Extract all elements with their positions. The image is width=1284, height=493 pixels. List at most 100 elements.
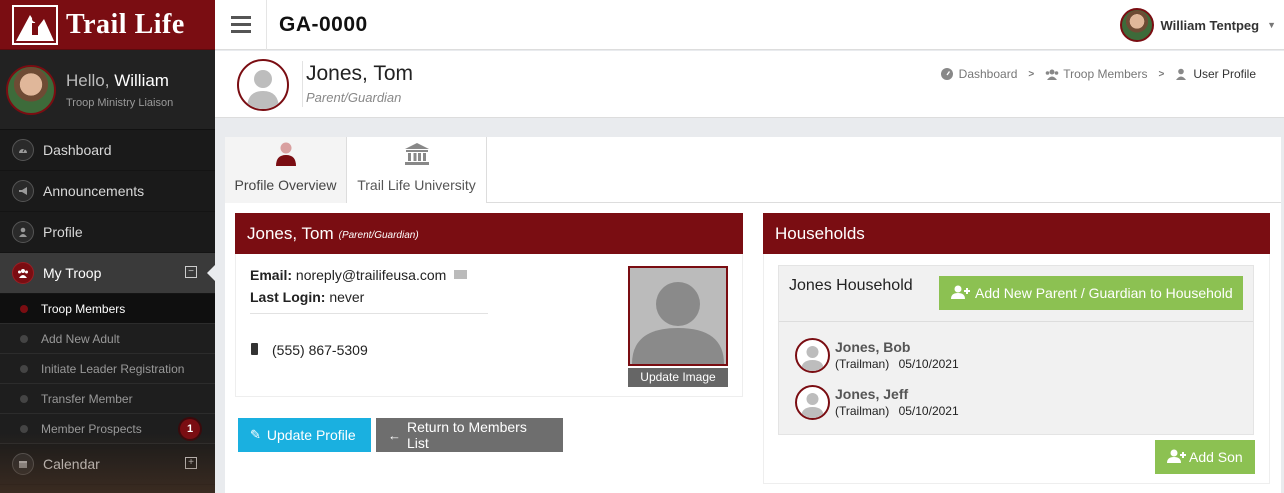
household-member[interactable]: Jones, Bob (Trailman) 05/10/2021 xyxy=(795,338,959,373)
household-member[interactable]: Jones, Jeff (Trailman) 05/10/2021 xyxy=(795,385,959,420)
profile-name: Jones, Tom xyxy=(247,223,334,243)
last-login-value: never xyxy=(329,289,365,305)
sidebar-subitem-label: Initiate Leader Registration xyxy=(41,361,185,376)
page-header: Jones, Tom Parent/Guardian Dashboard > T… xyxy=(215,51,1284,118)
sidebar-item-label: My Troop xyxy=(43,265,102,281)
member-name[interactable]: Jones, Bob xyxy=(835,339,959,355)
user-menu[interactable]: William Tentpeg ▼ xyxy=(1120,8,1276,42)
bullet-icon xyxy=(20,394,28,403)
tab-label: Profile Overview xyxy=(234,177,337,193)
envelope-icon[interactable] xyxy=(454,270,468,279)
sidebar-subitem-member-prospects[interactable]: Member Prospects 1 xyxy=(0,414,215,444)
member-name[interactable]: Jones, Jeff xyxy=(835,386,959,402)
tab-label: Trail Life University xyxy=(357,177,476,193)
member-role: (Trailman) xyxy=(835,404,890,418)
sidebar-subitem-label: Member Prospects xyxy=(41,421,142,436)
return-to-members-list-button[interactable]: ← Return to Members List xyxy=(376,418,563,452)
sidebar-subitem-add-new-adult[interactable]: Add New Adult xyxy=(0,324,215,354)
bullet-icon xyxy=(20,424,28,433)
chevron-down-icon[interactable]: ▼ xyxy=(1267,20,1276,30)
person-icon xyxy=(275,142,297,169)
member-role: (Trailman) xyxy=(835,357,890,371)
user-panel: Hello, William Troop Ministry Liaison xyxy=(0,50,215,130)
bullet-icon xyxy=(20,364,28,373)
update-profile-button[interactable]: ✎ Update Profile xyxy=(238,418,371,452)
sidebar-subitem-label: Troop Members xyxy=(41,301,126,316)
chevron-right-icon: > xyxy=(1028,68,1035,80)
sidebar-item-calendar[interactable]: Calendar + xyxy=(0,444,215,485)
pencil-icon: ✎ xyxy=(250,427,261,442)
dashboard-icon xyxy=(12,139,34,161)
university-icon xyxy=(404,142,430,169)
member-details: (Trailman) 05/10/2021 xyxy=(835,404,959,418)
dashboard-icon xyxy=(940,68,953,80)
button-label: Update Profile xyxy=(266,427,356,443)
menu-icon[interactable] xyxy=(215,0,267,50)
profile-panel-title: Jones, Tom (Parent/Guardian) xyxy=(235,213,743,254)
sidebar-subitem-initiate-leader-registration[interactable]: Initiate Leader Registration xyxy=(0,354,215,384)
last-login-row: Last Login: never xyxy=(250,289,364,305)
active-caret-icon xyxy=(207,265,215,281)
calendar-icon xyxy=(12,453,34,475)
email-value[interactable]: noreply@trailifeusa.com xyxy=(296,267,446,283)
tab-trail-life-university[interactable]: Trail Life University xyxy=(347,137,487,203)
profile-panel: Email: noreply@trailifeusa.com Last Logi… xyxy=(235,254,743,397)
sidebar-subitem-troop-members[interactable]: Troop Members xyxy=(0,294,215,324)
user-plus-icon xyxy=(1167,449,1187,466)
sidebar-item-label: Dashboard xyxy=(43,142,112,158)
add-parent-guardian-button[interactable]: Add New Parent / Guardian to Household xyxy=(939,276,1243,310)
phone-value: (555) 867-5309 xyxy=(272,342,368,358)
update-image-button[interactable]: Update Image xyxy=(628,368,728,387)
profile-photo xyxy=(628,266,728,366)
bullet-icon xyxy=(20,334,28,343)
sidebar-subitem-label: Transfer Member xyxy=(41,391,133,406)
notification-badge: 1 xyxy=(180,419,200,439)
chevron-right-icon: > xyxy=(1158,68,1165,80)
user-icon xyxy=(12,221,34,243)
page-title: Jones, Tom xyxy=(306,62,413,85)
breadcrumb-dashboard[interactable]: Dashboard xyxy=(959,67,1018,81)
button-label: Add New Parent / Guardian to Household xyxy=(975,285,1233,301)
breadcrumb-troop-members[interactable]: Troop Members xyxy=(1063,67,1147,81)
greeting-name: William xyxy=(114,70,169,90)
avatar[interactable] xyxy=(1120,8,1155,42)
greeting-prefix: Hello, xyxy=(66,70,110,90)
divider xyxy=(302,61,303,107)
sidebar-item-announcements[interactable]: Announcements xyxy=(0,171,215,212)
expand-icon[interactable]: + xyxy=(185,457,197,469)
sidebar-subitem-transfer-member[interactable]: Transfer Member xyxy=(0,384,215,414)
users-icon xyxy=(12,262,34,284)
brand-name: Trail Life xyxy=(66,8,185,40)
sidebar-item-label: Calendar xyxy=(43,456,100,472)
member-date: 05/10/2021 xyxy=(898,404,959,418)
sidebar-item-profile[interactable]: Profile xyxy=(0,212,215,253)
trail-life-logo[interactable]: Trail Life xyxy=(0,0,215,50)
tab-bar: Profile Overview Trail Life University xyxy=(225,137,1281,203)
sidebar-item-label: Announcements xyxy=(43,183,145,199)
arrow-left-icon: ← xyxy=(388,427,401,443)
sidebar-item-dashboard[interactable]: Dashboard xyxy=(0,130,215,171)
user-plus-icon xyxy=(951,285,971,302)
tab-profile-overview[interactable]: Profile Overview xyxy=(225,137,347,203)
button-label: Return to Members List xyxy=(407,419,527,451)
profile-role: (Parent/Guardian) xyxy=(338,229,419,241)
member-avatar xyxy=(795,338,830,373)
sidebar-subitem-label: Add New Adult xyxy=(41,331,120,346)
users-icon xyxy=(1045,68,1059,80)
phone-icon xyxy=(251,343,258,355)
member-avatar xyxy=(795,385,830,420)
breadcrumb: Dashboard > Troop Members > User Profile xyxy=(940,67,1256,81)
divider xyxy=(250,313,488,314)
breadcrumb-current: User Profile xyxy=(1193,67,1256,81)
page-subtitle: Parent/Guardian xyxy=(306,90,402,105)
divider xyxy=(779,321,1253,322)
email-row: Email: noreply@trailifeusa.com xyxy=(250,267,468,283)
logo-mark-icon xyxy=(12,4,58,45)
user-name[interactable]: William Tentpeg xyxy=(1160,18,1259,33)
collapse-icon[interactable]: − xyxy=(185,266,197,278)
avatar[interactable] xyxy=(6,64,56,115)
troop-code: GA-0000 xyxy=(279,12,368,36)
add-son-button[interactable]: Add Son xyxy=(1155,440,1255,474)
sidebar-item-my-troop[interactable]: My Troop − xyxy=(0,253,215,294)
sidebar: Trail Life Hello, William Troop Ministry… xyxy=(0,0,215,493)
